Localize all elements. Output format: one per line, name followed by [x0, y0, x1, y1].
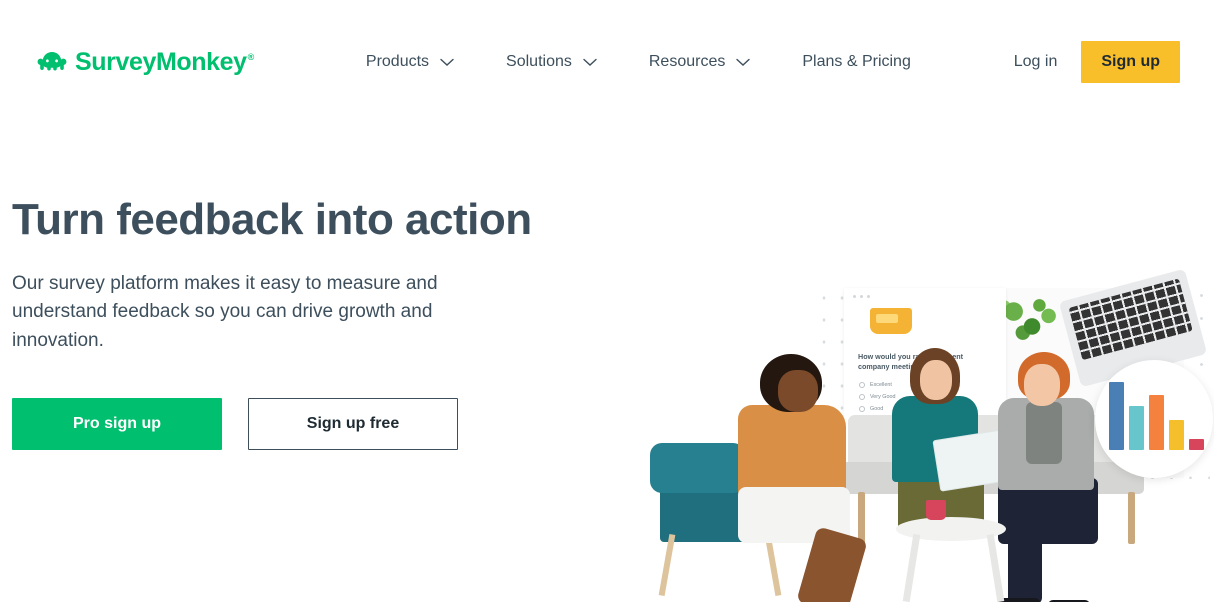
- coffee-table-leg: [986, 533, 1005, 602]
- signup-free-button[interactable]: Sign up free: [248, 398, 458, 451]
- chart-bar-excellent: [1109, 381, 1124, 450]
- nav-label-products: Products: [365, 53, 430, 70]
- armchair-leg: [764, 533, 782, 597]
- nav-item-solutions[interactable]: Solutions: [506, 53, 597, 71]
- hero-cta-row: Pro sign up Sign up free: [12, 398, 592, 451]
- coffee-mug: [926, 500, 946, 520]
- hero-copy: Turn feedback into action Our survey pla…: [12, 195, 592, 451]
- nav-label-plans-pricing: Plans & Pricing: [802, 53, 911, 70]
- chevron-down-icon: [736, 58, 751, 66]
- logo-wordmark: SurveyMonkey®: [75, 47, 255, 76]
- nav-item-resources[interactable]: Resources: [648, 53, 751, 71]
- person-right-shin: [1008, 534, 1042, 602]
- person-center-face: [920, 360, 952, 400]
- nav-item-plans-pricing[interactable]: Plans & Pricing: [802, 53, 911, 71]
- armchair-leg: [658, 533, 676, 597]
- monkey-logo-icon: [37, 52, 67, 71]
- coffee-table-leg: [902, 533, 921, 602]
- signup-button[interactable]: Sign up: [1081, 41, 1180, 83]
- main-navigation: Products Solutions Resources Plans & Pri…: [366, 40, 911, 84]
- person-right-face: [1024, 364, 1060, 406]
- person-right-shirt: [1026, 402, 1062, 464]
- page-title: Turn feedback into action: [12, 195, 532, 244]
- nav-label-resources: Resources: [648, 53, 726, 70]
- hero-illustration: How would you rate our recent company me…: [620, 162, 1214, 602]
- chart-bar-poor: [1189, 438, 1204, 450]
- results-chart-bubble: [1095, 360, 1213, 478]
- couch-leg: [858, 492, 865, 544]
- person-right-shoe: [998, 598, 1040, 602]
- chevron-down-icon: [440, 58, 454, 66]
- registered-trademark: ®: [247, 52, 255, 63]
- person-left-torso: [738, 405, 846, 497]
- chart-bar-fair: [1169, 420, 1184, 450]
- chart-bar-very-good: [1129, 405, 1144, 450]
- chart-bar-good: [1149, 394, 1164, 450]
- nav-label-solutions: Solutions: [506, 53, 572, 70]
- hero-subtitle: Our survey platform makes it easy to mea…: [12, 272, 438, 352]
- nav-item-products[interactable]: Products: [366, 53, 454, 71]
- couch-leg: [1128, 492, 1135, 544]
- header-actions: Log in Sign up: [1014, 40, 1180, 84]
- surveymonkey-logo[interactable]: SurveyMonkey®: [36, 40, 254, 84]
- person-left-face: [778, 370, 818, 412]
- chevron-down-icon: [583, 58, 597, 66]
- pro-signup-button[interactable]: Pro sign up: [12, 398, 222, 451]
- armchair-arm: [650, 443, 745, 493]
- hero-section: Turn feedback into action Our survey pla…: [0, 122, 1214, 602]
- site-header: SurveyMonkey® Products Solutions Resourc…: [0, 0, 1214, 122]
- login-link[interactable]: Log in: [1014, 53, 1058, 71]
- bar-chart: [1109, 376, 1204, 450]
